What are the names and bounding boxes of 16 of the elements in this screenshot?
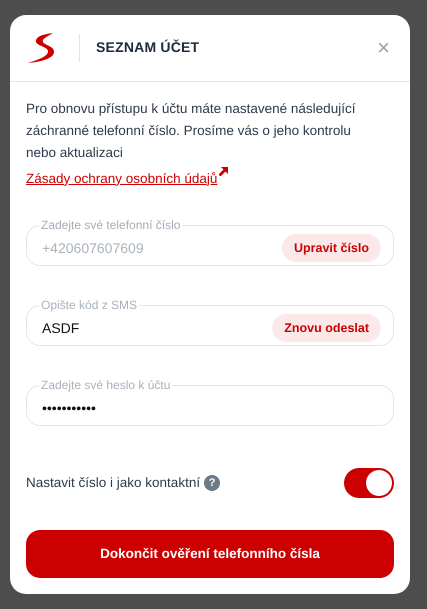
input-field[interactable]: ••••••••••• [42,398,381,418]
toggle-label: Nastavit číslo i jako kontaktní [26,474,200,492]
intro-text: Pro obnovu přístupu k účtu máte nastavené následující záchranné telefonní číslo. Prosíme vás o jeho kontrolu nebo aktualizaci [26,100,356,162]
field-label: Opište kód z SMS [40,299,138,311]
toggle-switch[interactable] [344,468,394,498]
submit-button[interactable]: Dokončit ověření telefonního čísla [26,530,394,578]
text-field[interactable]: Opište kód z SMS ASDF Znovu odeslat [26,299,394,346]
field-action-button[interactable]: Znovu odeslat [272,314,381,342]
field-label: Zadejte své telefonní číslo [40,219,182,231]
external-link-icon [219,166,228,176]
dialog-title: SEZNAM ÚČET [96,38,200,58]
input-field[interactable]: ASDF [42,318,272,338]
text-field[interactable]: Zadejte své heslo k účtu ••••••••••• [26,379,394,426]
help-icon[interactable]: ? [204,475,220,491]
privacy-link[interactable]: Zásady ochrany osobních údajů [26,168,228,189]
field-label: Zadejte své heslo k účtu [40,379,172,391]
